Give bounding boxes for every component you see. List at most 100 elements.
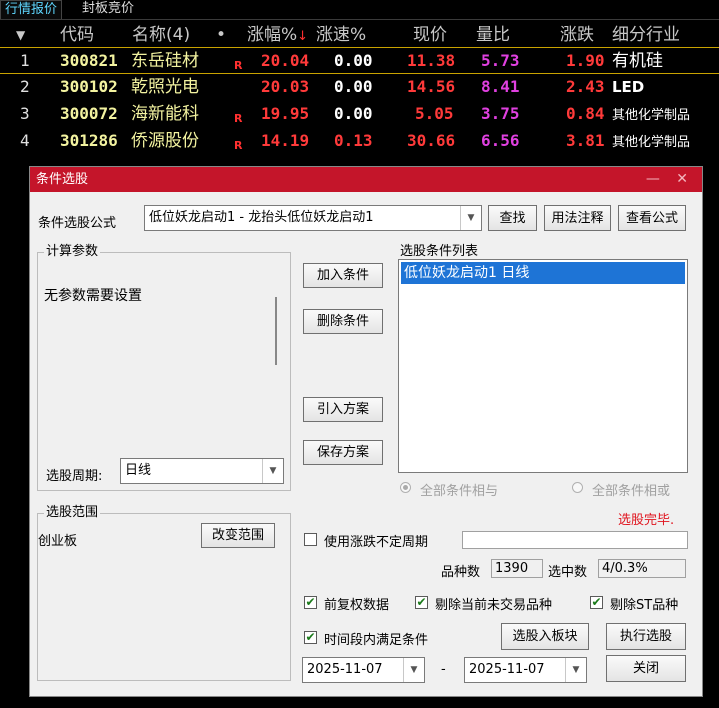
date-to-picker[interactable]: 2025-11-07 ▼: [464, 657, 587, 683]
header-industry[interactable]: 细分行业: [612, 23, 680, 47]
change: 1.90: [566, 51, 605, 70]
usage-notes-button[interactable]: 用法注释: [544, 205, 611, 231]
change-pct: 19.95: [261, 104, 310, 123]
window-controls[interactable]: — ✕: [646, 167, 694, 192]
period-value: 日线: [125, 463, 152, 478]
view-formula-button[interactable]: 查看公式: [618, 205, 686, 231]
add-condition-button[interactable]: 加入条件: [303, 263, 383, 288]
selected-label: 选中数: [548, 565, 588, 580]
radio-and-label: 全部条件相与: [420, 484, 499, 499]
change-pct: 20.03: [261, 77, 310, 96]
count-label: 品种数: [441, 565, 481, 580]
dialog-title: 条件选股: [36, 172, 89, 187]
delete-condition-button[interactable]: 删除条件: [303, 309, 383, 334]
count-value: 1390: [491, 559, 543, 578]
uncertain-period-input[interactable]: [462, 531, 688, 549]
header-name[interactable]: 名称(4): [132, 23, 190, 47]
quote-table-header: ▼ 代码 名称(4) • 涨幅%↓ 涨速% 现价 量比 涨跌 细分行业: [0, 20, 719, 48]
volume-ratio: 3.75: [481, 104, 520, 123]
price: 5.05: [415, 104, 454, 123]
change-pct: 14.19: [261, 131, 310, 150]
uncertain-period-checkbox[interactable]: [304, 533, 317, 546]
range-group: 选股范围 创业板 改变范围: [37, 505, 291, 681]
stock-name: 海新能科: [131, 104, 199, 124]
exclude-st-label: 剔除ST品种: [610, 598, 679, 613]
sort-desc-icon: ↓: [297, 29, 309, 44]
header-change-pct-label: 涨幅%: [247, 25, 298, 45]
industry: 有机硅: [612, 51, 663, 71]
volume-ratio: 8.41: [481, 77, 520, 96]
table-row[interactable]: 1 300821 东岳硅材 R 20.04 0.00 11.38 5.73 1.…: [0, 47, 719, 74]
chevron-down-icon[interactable]: ▼: [262, 459, 283, 483]
chevron-down-icon[interactable]: ▼: [460, 206, 481, 230]
close-button[interactable]: 关闭: [606, 655, 686, 682]
list-item[interactable]: 低位妖龙启动1 日线: [401, 262, 685, 284]
stock-name: 乾照光电: [131, 77, 199, 97]
stock-code: 300102: [60, 77, 118, 96]
change: 3.81: [566, 131, 605, 150]
uncertain-period-label: 使用涨跌不定周期: [324, 535, 429, 550]
price: 30.66: [407, 131, 456, 150]
chevron-down-icon[interactable]: ▼: [565, 658, 586, 682]
quote-tabs: 行情报价 封板竞价: [0, 0, 719, 20]
date-to-value: 2025-11-07: [469, 662, 545, 677]
exclude-st-checkbox[interactable]: ✔: [590, 596, 603, 609]
condition-list[interactable]: 低位妖龙启动1 日线: [398, 259, 688, 473]
row-number: 3: [20, 104, 30, 123]
header-price[interactable]: 现价: [413, 23, 447, 47]
header-dot: •: [216, 25, 227, 45]
stock-name: 侨源股份: [131, 131, 199, 151]
date-from-value: 2025-11-07: [307, 662, 383, 677]
selected-value: 4/0.3%: [598, 559, 686, 578]
change-pct: 20.04: [261, 51, 310, 70]
status-text: 选股完毕.: [618, 513, 675, 528]
formula-select[interactable]: 低位妖龙启动1 - 龙抬头低位妖龙启动1 ▼: [144, 205, 482, 231]
radio-or-label: 全部条件相或: [592, 484, 671, 499]
price: 14.56: [407, 77, 456, 96]
calc-params-title: 计算参数: [44, 244, 101, 260]
formula-label: 条件选股公式: [38, 216, 117, 231]
period-label: 选股周期:: [46, 469, 103, 484]
chevron-down-icon[interactable]: ▼: [403, 658, 424, 682]
table-row[interactable]: 2 300102 乾照光电 20.03 0.00 14.56 8.41 2.43…: [0, 74, 719, 101]
add-to-block-button[interactable]: 选股入板块: [501, 623, 589, 650]
import-scheme-button[interactable]: 引入方案: [303, 397, 383, 422]
speed: 0.13: [334, 131, 373, 150]
sort-menu-icon[interactable]: ▼: [16, 23, 25, 47]
header-change[interactable]: 涨跌: [560, 23, 594, 47]
volume-ratio: 5.73: [481, 51, 520, 70]
radio-or[interactable]: [572, 482, 583, 493]
tab-quotes[interactable]: 行情报价: [0, 0, 63, 19]
header-volume-ratio[interactable]: 量比: [476, 23, 510, 47]
stock-code: 300072: [60, 104, 118, 123]
forward-adjust-label: 前复权数据: [324, 598, 390, 613]
forward-adjust-checkbox[interactable]: ✔: [304, 596, 317, 609]
range-value: 创业板: [38, 534, 78, 549]
exclude-untraded-checkbox[interactable]: ✔: [415, 596, 428, 609]
dialog-title-bar[interactable]: 条件选股 — ✕: [30, 167, 702, 192]
industry: LED: [612, 78, 645, 96]
speed: 0.00: [334, 77, 373, 96]
header-change-pct[interactable]: 涨幅%↓: [247, 23, 308, 49]
speed: 0.00: [334, 51, 373, 70]
time-range-checkbox[interactable]: ✔: [304, 631, 317, 644]
find-button[interactable]: 查找: [488, 205, 537, 231]
date-separator: -: [441, 662, 446, 677]
volume-ratio: 6.56: [481, 131, 520, 150]
execute-selection-button[interactable]: 执行选股: [606, 623, 686, 650]
row-number: 2: [20, 77, 30, 96]
stock-code: 300821: [60, 51, 118, 70]
table-row[interactable]: 3 300072 海新能科 R 19.95 0.00 5.05 3.75 0.8…: [0, 101, 719, 128]
params-scrollbar[interactable]: [275, 297, 277, 365]
date-from-picker[interactable]: 2025-11-07 ▼: [302, 657, 425, 683]
save-scheme-button[interactable]: 保存方案: [303, 440, 383, 465]
table-row[interactable]: 4 301286 侨源股份 R 14.19 0.13 30.66 6.56 3.…: [0, 128, 719, 155]
header-speed[interactable]: 涨速%: [316, 23, 366, 47]
change-range-button[interactable]: 改变范围: [201, 523, 275, 548]
range-title: 选股范围: [44, 505, 101, 521]
period-select[interactable]: 日线 ▼: [120, 458, 284, 484]
header-code[interactable]: 代码: [60, 23, 94, 47]
tab-limit-bidding[interactable]: 封板竞价: [78, 0, 138, 18]
row-number: 4: [20, 131, 30, 150]
radio-and[interactable]: [400, 482, 411, 493]
